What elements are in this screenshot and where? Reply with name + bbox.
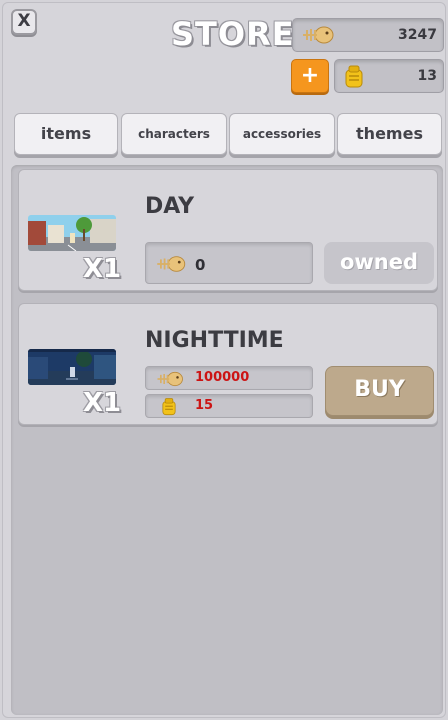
tab-accessories[interactable]: accessories xyxy=(229,113,335,155)
day-theme-name: DAY xyxy=(145,194,195,219)
buy-button[interactable]: BUY xyxy=(325,366,434,416)
close-button[interactable]: X xyxy=(11,9,37,35)
nighttime-coin-price-value: 15 xyxy=(195,398,214,413)
coin-balance: 13 xyxy=(334,59,444,93)
theme-card-day: X1 DAY 0 owned xyxy=(18,169,438,291)
fish-bone-icon xyxy=(154,253,188,279)
tab-characters[interactable]: characters xyxy=(121,113,227,155)
day-fish-price-value: 0 xyxy=(195,256,206,274)
nighttime-fish-price-value: 100000 xyxy=(195,370,250,385)
coin-balance-value: 13 xyxy=(417,68,437,84)
day-fish-price: 0 xyxy=(145,242,313,284)
theme-list: X1 DAY 0 owned X1 NIGHTTIME 100000 15 BU… xyxy=(11,165,443,715)
owned-button[interactable]: owned xyxy=(324,242,434,284)
day-quantity: X1 xyxy=(83,254,122,284)
gold-bag-icon xyxy=(160,397,178,421)
nighttime-coin-price: 15 xyxy=(145,394,313,418)
gold-bag-icon xyxy=(343,64,365,94)
nighttime-fish-price: 100000 xyxy=(145,366,313,390)
fish-bone-icon xyxy=(154,369,186,393)
store-title: STORE xyxy=(171,15,295,53)
nighttime-theme-thumbnail xyxy=(28,349,116,385)
nighttime-quantity: X1 xyxy=(83,388,122,418)
add-currency-button[interactable]: + xyxy=(291,59,329,93)
fish-balance-value: 3247 xyxy=(398,27,437,43)
fish-balance: 3247 xyxy=(292,18,444,52)
tab-items[interactable]: items xyxy=(14,113,118,155)
store-panel: X STORE 3247 + 13 items characters acces… xyxy=(2,2,446,718)
day-theme-thumbnail xyxy=(28,215,116,251)
fish-bone-icon xyxy=(301,23,335,51)
tab-themes[interactable]: themes xyxy=(337,113,442,155)
nighttime-theme-name: NIGHTTIME xyxy=(145,328,284,353)
theme-card-nighttime: X1 NIGHTTIME 100000 15 BUY xyxy=(18,303,438,425)
